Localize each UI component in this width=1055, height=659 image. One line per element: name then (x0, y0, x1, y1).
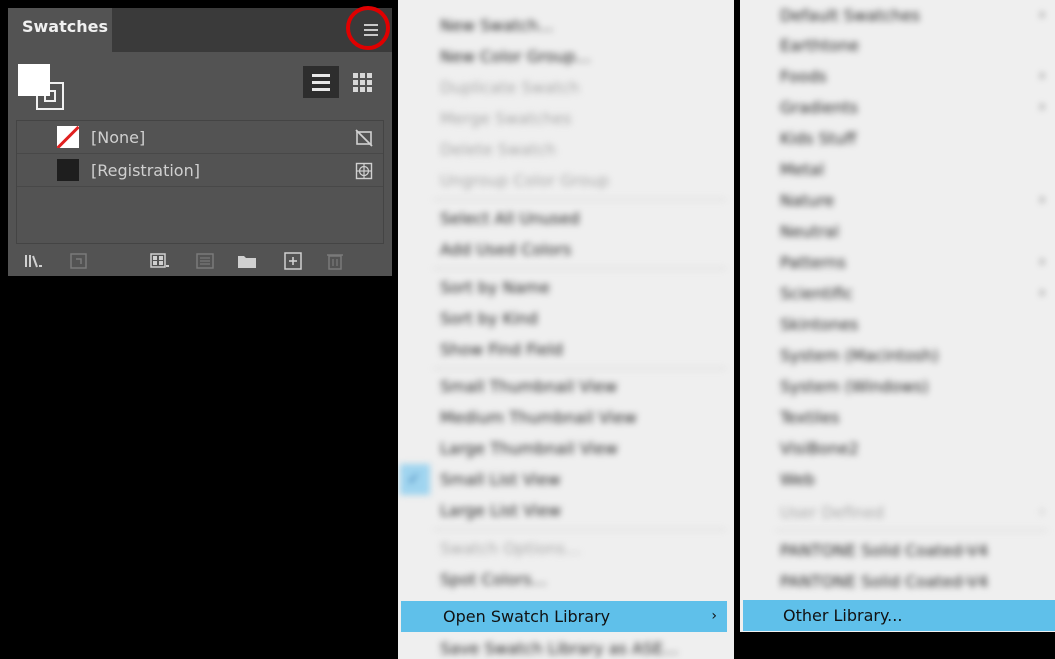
menu-separator (776, 530, 1047, 531)
menu-item-sort-by-kind[interactable]: Sort by Kind (398, 303, 734, 334)
menu-item-duplicate-swatch[interactable]: Duplicate Swatch (398, 72, 734, 103)
panel-bottom-toolbar (8, 246, 392, 276)
submenu-item-metal[interactable]: Metal (740, 154, 1055, 185)
submenu-item-default-swatches[interactable]: Default Swatches › (740, 0, 1055, 31)
menu-item-sort-by-name[interactable]: Sort by Name (398, 272, 734, 303)
menu-item-delete-swatch[interactable]: Delete Swatch (398, 134, 734, 165)
submenu-item-web[interactable]: Web (740, 464, 1055, 495)
submenu-item-pantone-solid-coated-1[interactable]: PANTONE Solid Coated-V4 (740, 535, 1055, 566)
submenu-item-pantone-solid-coated-2[interactable]: PANTONE Solid Coated-V4 (740, 566, 1055, 597)
swatch-name: [Registration] (91, 161, 200, 180)
submenu-item-neutral[interactable]: Neutral (740, 216, 1055, 247)
submenu-item-gradients[interactable]: Gradients › (740, 92, 1055, 123)
menu-item-save-swatch-library-ase[interactable]: Save Swatch Library as ASE... (398, 633, 734, 659)
menu-item-show-find-field[interactable]: Show Find Field (398, 334, 734, 365)
submenu-item-user-defined[interactable]: User Defined › (740, 497, 1055, 528)
menu-item-large-list-view[interactable]: Large List View (398, 495, 734, 526)
swatch-library-submenu: Default Swatches › Earthtone Foods › Gradi… (740, 0, 1055, 632)
swatch-kind-menu-icon[interactable] (148, 250, 170, 272)
submenu-item-skintones[interactable]: Skintones (740, 309, 1055, 340)
menu-separator (434, 368, 726, 369)
menu-item-small-thumbnail-view[interactable]: Small Thumbnail View (398, 371, 734, 402)
swatches-panel-menu: New Swatch... New Color Group... Duplica… (398, 0, 734, 659)
submenu-item-system-macintosh[interactable]: System (Macintosh) (740, 340, 1055, 371)
submenu-item-kids-stuff[interactable]: Kids Stuff (740, 123, 1055, 154)
menu-item-large-thumbnail-view[interactable]: Large Thumbnail View (398, 433, 734, 464)
place-swatches-icon[interactable] (68, 250, 90, 272)
menu-separator (434, 268, 726, 269)
menu-item-spot-colors[interactable]: Spot Colors... (398, 564, 734, 595)
submenu-item-foods[interactable]: Foods › (740, 61, 1055, 92)
submenu-item-visibone2[interactable]: VisiBone2 (740, 433, 1055, 464)
non-printable-icon (355, 129, 373, 147)
submenu-item-nature[interactable]: Nature › (740, 185, 1055, 216)
submenu-item-textiles[interactable]: Textiles (740, 402, 1055, 433)
submenu-item-scientific[interactable]: Scientific › (740, 278, 1055, 309)
swatch-name: [None] (91, 128, 146, 147)
tab-swatches[interactable]: Swatches (8, 8, 112, 52)
menu-separator (434, 199, 726, 200)
thumbnail-view-button[interactable] (344, 66, 380, 98)
panel-tab-bar: Swatches (8, 8, 392, 52)
submenu-item-system-windows[interactable]: System (Windows) (740, 371, 1055, 402)
swatch-list: [None] [Registration] (16, 120, 384, 244)
menu-item-merge-swatches[interactable]: Merge Swatches (398, 103, 734, 134)
swatch-libraries-icon[interactable] (22, 250, 44, 272)
menu-separator (434, 529, 726, 530)
menu-item-medium-thumbnail-view[interactable]: Medium Thumbnail View (398, 402, 734, 433)
submenu-item-earthtone[interactable]: Earthtone (740, 30, 1055, 61)
swatch-row-registration[interactable]: [Registration] (17, 154, 383, 187)
submenu-arrow-icon: › (711, 608, 717, 624)
menu-item-open-swatch-library[interactable]: Open Swatch Library › (401, 601, 727, 632)
fill-stroke-indicator[interactable] (18, 64, 68, 114)
list-view-button[interactable] (303, 66, 339, 98)
fill-swatch[interactable] (18, 64, 50, 96)
swatches-panel: Swatches [None] [Registration] (8, 6, 392, 276)
registration-icon (355, 162, 373, 180)
menu-item-small-list-view[interactable]: Small List View (398, 464, 734, 495)
menu-item-swatch-options[interactable]: Swatch Options... (398, 533, 734, 564)
menu-item-select-all-unused[interactable]: Select All Unused (398, 203, 734, 234)
swatch-row-none[interactable]: [None] (17, 121, 383, 154)
registration-swatch-chip (57, 159, 79, 181)
menu-item-ungroup-color-group[interactable]: Ungroup Color Group (398, 165, 734, 196)
delete-swatch-icon[interactable] (324, 250, 346, 272)
submenu-item-other-library[interactable]: Other Library... (743, 600, 1055, 631)
submenu-item-patterns[interactable]: Patterns › (740, 247, 1055, 278)
new-swatch-icon[interactable] (282, 250, 304, 272)
swatch-options-icon[interactable] (194, 250, 216, 272)
menu-item-new-swatch[interactable]: New Swatch... (398, 10, 734, 41)
menu-item-add-used-colors[interactable]: Add Used Colors (398, 234, 734, 265)
menu-item-label: Open Swatch Library (443, 607, 611, 626)
none-swatch-chip (57, 126, 79, 148)
menu-item-new-color-group[interactable]: New Color Group... (398, 41, 734, 72)
new-color-group-icon[interactable] (236, 250, 258, 272)
panel-menu-icon[interactable] (360, 19, 382, 41)
